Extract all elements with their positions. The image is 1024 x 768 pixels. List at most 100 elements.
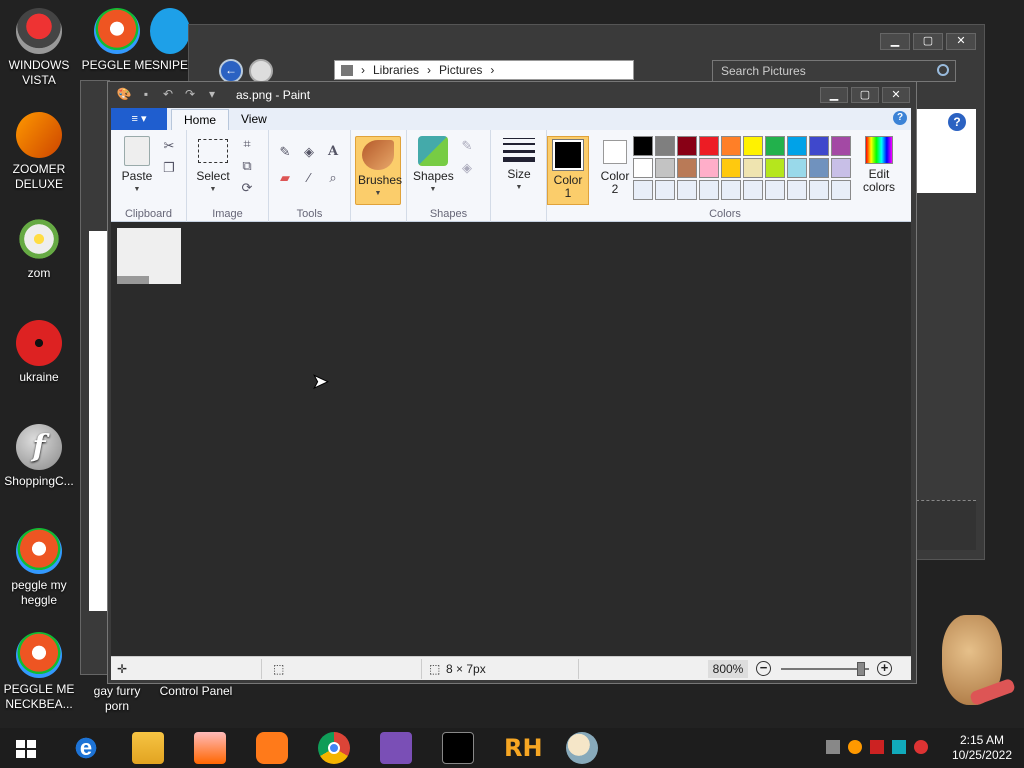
desktop-icon-windows-vista[interactable]: WINDOWS VISTA [2, 8, 76, 88]
desktop-icon-peggle-my-heggle[interactable]: peggle my heggle [2, 528, 76, 608]
palette-swatch[interactable] [743, 180, 763, 200]
palette-swatch[interactable] [633, 136, 653, 156]
desktop-icon-peggle-me[interactable]: PEGGLE ME [80, 8, 154, 73]
palette-swatch[interactable] [831, 158, 851, 178]
magnifier-icon[interactable]: ⌕ [325, 170, 341, 186]
palette-swatch[interactable] [809, 136, 829, 156]
palette-swatch[interactable] [721, 158, 741, 178]
search-icon[interactable] [937, 64, 949, 76]
palette-swatch[interactable] [677, 136, 697, 156]
redo-icon[interactable]: ↷ [182, 86, 198, 102]
palette-swatch[interactable] [831, 180, 851, 200]
save-icon[interactable]: ▪ [138, 86, 154, 102]
brushes-button[interactable]: Brushes ▼ [355, 136, 402, 205]
address-bar[interactable]: › Libraries › Pictures › [334, 60, 634, 80]
palette-swatch[interactable] [655, 158, 675, 178]
breadcrumb-libraries[interactable]: Libraries [373, 63, 419, 77]
zoom-out-button[interactable]: − [756, 661, 771, 676]
palette-swatch[interactable] [721, 136, 741, 156]
close-button[interactable]: ✕ [882, 87, 910, 103]
palette-swatch[interactable] [787, 180, 807, 200]
color2-button[interactable]: Color 2 [595, 136, 635, 196]
palette-swatch[interactable] [699, 180, 719, 200]
file-menu-button[interactable]: ≡ ▾ [111, 108, 167, 130]
paint-window[interactable]: 🎨 ▪ ↶ ↷ ▾ as.png - Paint ▁ ▢ ✕ ≡ ▾ Home … [107, 81, 917, 684]
desktop-icon-shopping[interactable]: f ShoppingC... [2, 424, 76, 489]
palette-swatch[interactable] [633, 180, 653, 200]
select-button[interactable]: Select ▼ [195, 136, 231, 196]
back-arrow-icon[interactable]: ← [219, 59, 243, 83]
minimize-button[interactable]: ▁ [880, 33, 910, 50]
palette-swatch[interactable] [721, 180, 741, 200]
copy-icon[interactable]: ❐ [161, 160, 177, 176]
palette-swatch[interactable] [699, 136, 719, 156]
eraser-icon[interactable]: ▰ [277, 170, 293, 186]
rotate-icon[interactable]: ⟳ [239, 180, 255, 196]
media-player-icon[interactable] [194, 732, 226, 764]
palette-swatch[interactable] [765, 136, 785, 156]
monitor-icon[interactable] [892, 740, 906, 754]
palette-swatch[interactable] [677, 158, 697, 178]
resize-icon[interactable]: ⧉ [239, 158, 255, 174]
volume-icon[interactable] [914, 740, 928, 754]
desktop-icon-peggle-neckbeard[interactable]: PEGGLE ME NECKBEA... [2, 632, 76, 712]
canvas-area[interactable]: ➤ [111, 222, 911, 656]
maximize-button[interactable]: ▢ [913, 33, 943, 50]
desktop-icon-zom[interactable]: zom [2, 216, 76, 281]
fill-icon[interactable]: ◈ [301, 144, 317, 160]
help-icon[interactable]: ? [893, 111, 907, 125]
palette-swatch[interactable] [809, 180, 829, 200]
cut-icon[interactable]: ✂ [161, 138, 177, 154]
file-explorer-icon[interactable] [132, 732, 164, 764]
palette-swatch[interactable] [765, 180, 785, 200]
pencil-icon[interactable]: ✎ [277, 144, 293, 160]
forward-arrow-icon[interactable] [249, 59, 273, 83]
crop-icon[interactable]: ⌗ [239, 136, 255, 152]
desktop-icon-control-panel[interactable]: Control Panel [155, 684, 237, 699]
paste-button[interactable]: Paste ▼ [119, 136, 155, 196]
paint-icon[interactable] [566, 732, 598, 764]
search-input[interactable]: Search Pictures [712, 60, 956, 82]
tab-view[interactable]: View [229, 109, 279, 130]
help-icon[interactable]: ? [948, 113, 966, 131]
undo-icon[interactable]: ↶ [160, 86, 176, 102]
size-button[interactable]: Size ▼ [499, 136, 539, 194]
desktop-icon-gay-furry[interactable]: gay furry porn [86, 684, 148, 714]
rh-icon[interactable]: RH [504, 732, 543, 764]
windows-start-icon[interactable] [16, 740, 36, 758]
palette-swatch[interactable] [677, 180, 697, 200]
desktop-icon-zoomer-deluxe[interactable]: ZOOMER DELUXE [2, 109, 76, 192]
palette-swatch[interactable] [809, 158, 829, 178]
color1-button[interactable]: Color 1 [547, 136, 589, 205]
minimize-button[interactable]: ▁ [820, 87, 848, 103]
palette-swatch[interactable] [743, 136, 763, 156]
title-bar[interactable]: 🎨 ▪ ↶ ↷ ▾ as.png - Paint ▁ ▢ ✕ [108, 82, 916, 108]
clock[interactable]: 2:15 AM 10/25/2022 [952, 733, 1012, 763]
chrome-icon[interactable] [318, 732, 350, 764]
breadcrumb-pictures[interactable]: Pictures [439, 63, 482, 77]
cmd-icon[interactable] [442, 732, 474, 764]
uc-browser-icon[interactable] [256, 732, 288, 764]
visual-studio-icon[interactable] [380, 732, 412, 764]
palette-swatch[interactable] [655, 136, 675, 156]
fill-style-icon[interactable]: ◈ [459, 160, 475, 176]
color-picker-icon[interactable]: ⁄ [301, 170, 317, 186]
palette-swatch[interactable] [765, 158, 785, 178]
zoom-slider-track[interactable] [781, 668, 869, 670]
palette-swatch[interactable] [787, 158, 807, 178]
palette-swatch[interactable] [699, 158, 719, 178]
close-button[interactable]: ✕ [946, 33, 976, 50]
text-icon[interactable]: A [325, 144, 341, 160]
tab-home[interactable]: Home [171, 109, 230, 130]
flag-icon[interactable] [870, 740, 884, 754]
desktop-icon-ukraine[interactable]: ukraine [2, 320, 76, 385]
tray-app-icon[interactable] [826, 740, 840, 754]
tray-search-icon[interactable] [848, 740, 862, 754]
palette-swatch[interactable] [633, 158, 653, 178]
background-window[interactable] [80, 80, 110, 675]
image-canvas[interactable] [117, 228, 181, 284]
palette-swatch[interactable] [655, 180, 675, 200]
palette-swatch[interactable] [831, 136, 851, 156]
zoom-in-button[interactable]: + [877, 661, 892, 676]
internet-explorer-icon[interactable]: e [70, 732, 102, 764]
